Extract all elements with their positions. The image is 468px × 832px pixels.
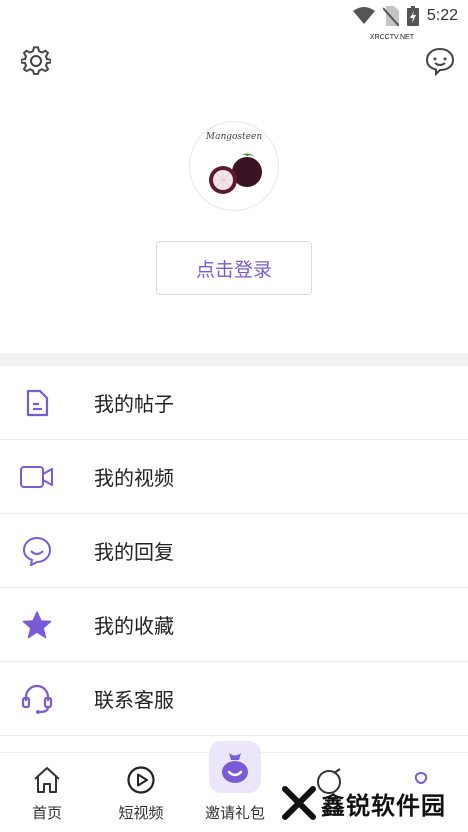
status-bar: 5:22: [0, 0, 468, 32]
menu-item-label: 我的回复: [94, 540, 174, 564]
profile-menu: 我的帖子 我的视频 我的回复 我的收藏 联系客服: [0, 366, 468, 736]
menu-item-my-favorites[interactable]: 我的收藏: [0, 588, 468, 662]
document-icon: [20, 386, 54, 420]
wifi-icon: [352, 7, 375, 24]
tab-short-video[interactable]: 短视频: [94, 753, 188, 832]
menu-item-my-replies[interactable]: 我的回复: [0, 514, 468, 588]
no-sim-icon: [382, 6, 399, 26]
menu-item-label: 我的收藏: [94, 614, 174, 638]
gear-icon: [20, 46, 52, 75]
mangosteen-image: [209, 153, 262, 194]
watermark-logo-icon: [282, 786, 316, 820]
battery-charging-icon: [406, 6, 419, 26]
menu-item-label: 联系客服: [94, 688, 174, 712]
avatar[interactable]: Mangosteen: [189, 121, 279, 211]
watermark: 鑫锐软件园: [281, 780, 446, 826]
menu-item-label: 我的帖子: [94, 392, 174, 416]
smile-chat-icon: [20, 534, 54, 568]
play-circle-icon: [127, 766, 155, 794]
star-icon: [20, 608, 54, 642]
tab-label: 邀请礼包: [204, 804, 265, 822]
messages-button[interactable]: [425, 46, 455, 77]
chat-bubble-icon: [425, 47, 455, 77]
tab-label: 首页: [31, 804, 62, 822]
menu-item-my-videos[interactable]: 我的视频: [0, 440, 468, 514]
status-time: 5:22: [426, 7, 458, 24]
menu-item-label: 我的视频: [94, 466, 174, 490]
tab-invite-gift[interactable]: 邀请礼包: [188, 741, 282, 832]
gift-bag-icon: [222, 753, 248, 783]
menu-item-customer-service[interactable]: 联系客服: [0, 662, 468, 736]
login-button[interactable]: 点击登录: [156, 241, 312, 295]
watermark-subtext: XRCCTV.NET: [369, 34, 414, 41]
home-icon: [34, 767, 60, 793]
headset-icon: [20, 682, 54, 716]
section-divider: [0, 353, 468, 366]
gift-bag-icon-wrap: [209, 741, 261, 793]
menu-item-my-posts[interactable]: 我的帖子: [0, 366, 468, 440]
tab-label: 短视频: [118, 804, 164, 822]
watermark-text: 鑫锐软件园: [321, 791, 446, 820]
settings-button[interactable]: [20, 46, 52, 76]
video-camera-icon: [20, 460, 54, 494]
tab-home[interactable]: 首页: [0, 753, 94, 832]
